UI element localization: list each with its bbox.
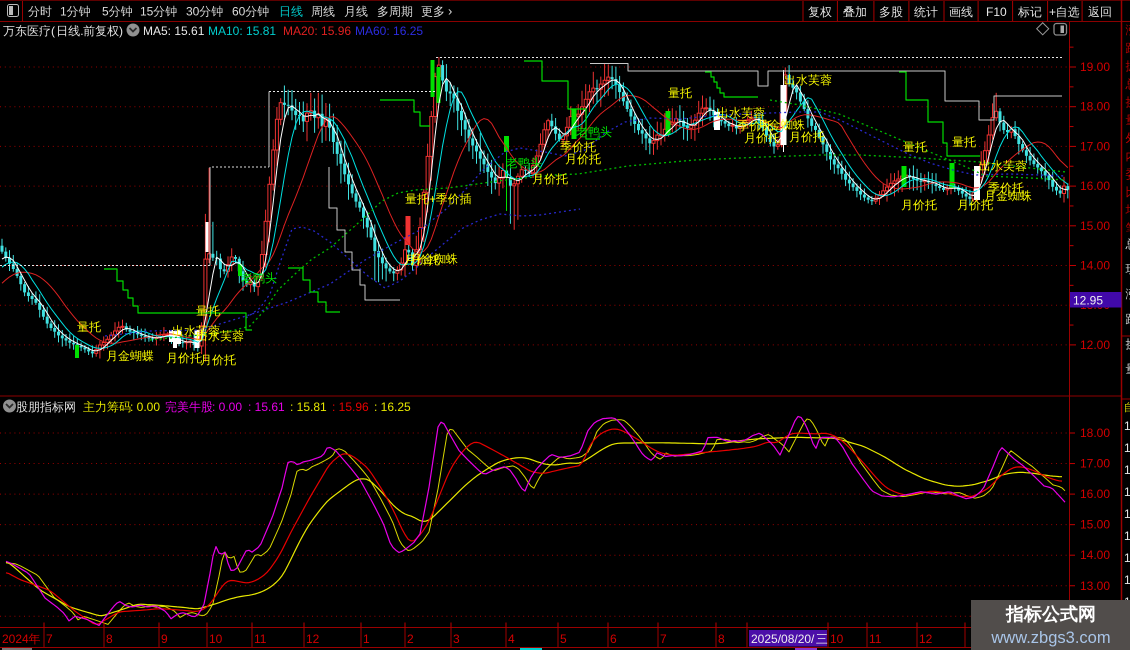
svg-text:2025/08/20/: 2025/08/20/: [751, 632, 815, 646]
svg-text:2024: 2024: [2, 632, 29, 646]
svg-text:5: 5: [560, 632, 567, 646]
svg-text:8: 8: [106, 632, 113, 646]
svg-text:): ): [119, 24, 123, 38]
svg-text:12.95: 12.95: [1073, 294, 1103, 308]
svg-text:MA5: 15.61: MA5: 15.61: [143, 24, 205, 38]
svg-text:15: 15: [140, 5, 154, 19]
svg-text:12.00: 12.00: [1080, 338, 1110, 352]
svg-text:: 15.96: : 15.96: [332, 400, 369, 414]
svg-text:15.00: 15.00: [1080, 518, 1110, 532]
svg-text:1: 1: [1124, 441, 1130, 455]
svg-text:14.00: 14.00: [1080, 548, 1110, 562]
svg-text:17.00: 17.00: [1080, 457, 1110, 471]
svg-text:16.00: 16.00: [1080, 487, 1110, 501]
svg-text:1: 1: [1124, 419, 1130, 433]
svg-text:: 16.25: : 16.25: [374, 400, 411, 414]
svg-text:1: 1: [363, 632, 370, 646]
svg-text:1: 1: [1124, 463, 1130, 477]
svg-text:11: 11: [869, 632, 882, 646]
svg-text:F10: F10: [986, 5, 1007, 19]
svg-text:7: 7: [660, 632, 667, 646]
svg-text:›: ›: [448, 4, 452, 19]
svg-text:.: .: [80, 24, 83, 38]
svg-text:: 0.00: : 0.00: [130, 400, 160, 414]
svg-text:19.00: 19.00: [1080, 60, 1110, 74]
svg-text:3: 3: [453, 632, 460, 646]
svg-text:5: 5: [102, 5, 109, 19]
svg-text:1: 1: [1124, 551, 1130, 565]
svg-text:MA60: 16.25: MA60: 16.25: [355, 24, 423, 38]
svg-text:1: 1: [1124, 507, 1130, 521]
svg-text:16.00: 16.00: [1080, 179, 1110, 193]
svg-text:: 15.61: : 15.61: [248, 400, 285, 414]
svg-text:2: 2: [407, 632, 414, 646]
svg-text:MA20: 15.96: MA20: 15.96: [283, 24, 351, 38]
svg-text:1: 1: [1124, 529, 1130, 543]
svg-text:17.00: 17.00: [1080, 139, 1110, 153]
svg-text:MA10: 15.81: MA10: 15.81: [208, 24, 276, 38]
svg-text:1: 1: [60, 5, 67, 19]
svg-text:30: 30: [186, 5, 200, 19]
svg-text:18.00: 18.00: [1080, 426, 1110, 440]
svg-text:7: 7: [46, 632, 53, 646]
svg-text:+: +: [429, 192, 436, 206]
svg-text:9: 9: [161, 632, 168, 646]
svg-text:60: 60: [232, 5, 246, 19]
svg-text:1: 1: [1124, 485, 1130, 499]
svg-text:13.00: 13.00: [1080, 579, 1110, 593]
svg-text:8: 8: [718, 632, 725, 646]
svg-text:11: 11: [254, 632, 267, 646]
svg-text:6: 6: [610, 632, 617, 646]
svg-text:18.00: 18.00: [1080, 100, 1110, 114]
svg-text:www.zbgs3.com: www.zbgs3.com: [990, 629, 1110, 647]
svg-text:10: 10: [209, 632, 223, 646]
svg-text:: 15.81: : 15.81: [290, 400, 327, 414]
svg-text:12: 12: [306, 632, 320, 646]
svg-text:14.00: 14.00: [1080, 259, 1110, 273]
svg-text:12: 12: [919, 632, 933, 646]
svg-text:: 0.00: : 0.00: [212, 400, 242, 414]
svg-text:10: 10: [830, 632, 844, 646]
svg-text:4: 4: [508, 632, 515, 646]
svg-text:1: 1: [1124, 573, 1130, 587]
svg-text:+: +: [1049, 5, 1056, 19]
svg-text:15.00: 15.00: [1080, 219, 1110, 233]
svg-text:(: (: [51, 24, 55, 38]
